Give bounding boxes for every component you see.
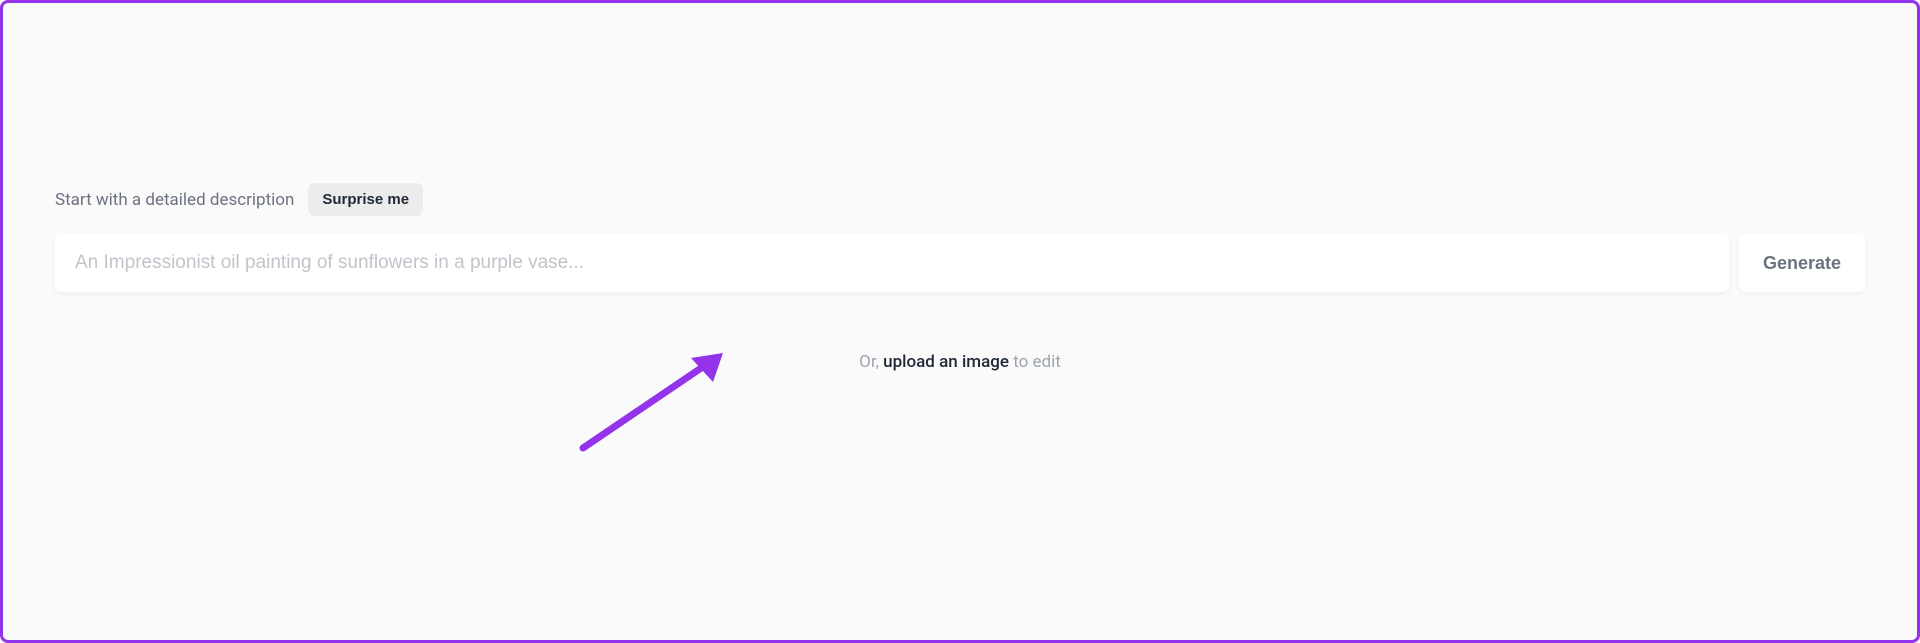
generate-button[interactable]: Generate (1739, 234, 1865, 292)
surprise-me-button[interactable]: Surprise me (308, 183, 423, 216)
prompt-input[interactable] (55, 234, 1729, 292)
upload-image-link[interactable]: upload an image (883, 352, 1009, 372)
header-row: Start with a detailed description Surpri… (55, 183, 1865, 216)
input-row: Generate (55, 234, 1865, 292)
description-label: Start with a detailed description (55, 190, 294, 210)
main-container: Start with a detailed description Surpri… (3, 3, 1917, 372)
upload-row: Or, upload an image to edit (55, 352, 1865, 372)
upload-suffix: to edit (1009, 352, 1061, 372)
upload-prefix: Or, (859, 352, 883, 372)
